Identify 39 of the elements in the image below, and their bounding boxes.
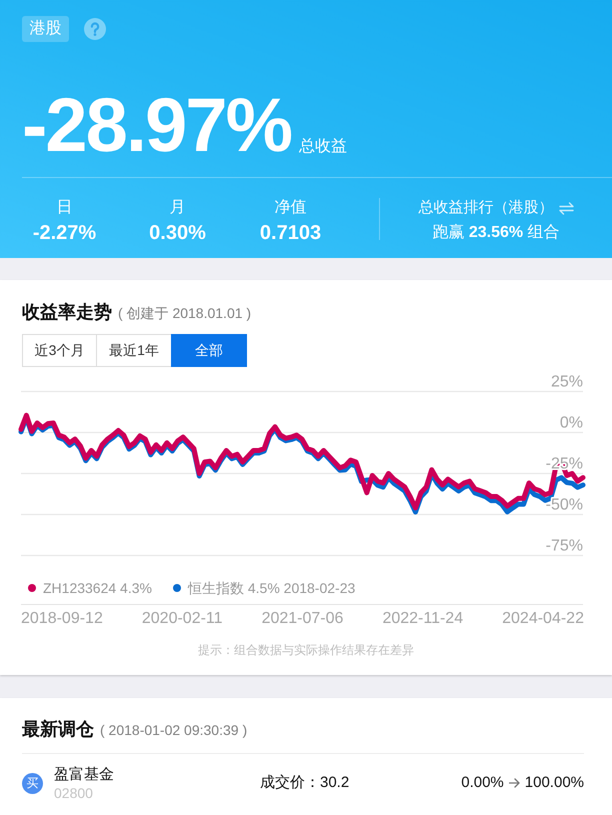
section-title: 最新调仓: [22, 718, 94, 741]
x-axis-label: 2024-04-22: [502, 609, 584, 629]
stat-value: 0.30%: [148, 221, 207, 246]
y-axis-label: 0%: [560, 414, 583, 432]
stat-label: 净值: [274, 198, 308, 218]
stat-value: -2.27%: [32, 221, 98, 246]
stat-value: 0.7103: [258, 221, 322, 246]
ranking-text: 跑赢 23.56% 组合: [432, 222, 560, 243]
y-axis-label: 25%: [550, 374, 583, 390]
disclaimer-text: 提示：组合数据与实际操作结果存在差异: [198, 642, 414, 659]
section-title: 收益率走势: [22, 301, 112, 324]
total-return-label: 总收益: [299, 137, 348, 157]
y-axis-label: -50%: [546, 496, 583, 514]
weight-before: 0.00%: [461, 772, 504, 793]
action-badge: 买: [22, 772, 43, 794]
range-tab[interactable]: 最近1年: [96, 334, 172, 367]
stat-label: 月: [168, 198, 186, 218]
fund-name: 盈富基金: [54, 765, 114, 785]
market-tag: 港股: [22, 16, 69, 42]
help-icon[interactable]: [84, 18, 106, 40]
x-axis-label: 2022-11-24: [382, 609, 464, 629]
y-axis-label: -75%: [546, 538, 583, 554]
swap-icon[interactable]: [558, 202, 574, 214]
total-return-value: -28.97%: [22, 88, 292, 164]
x-axis-label: 2021-07-06: [262, 609, 344, 629]
ranking-title: 总收益排行（港股）: [418, 198, 554, 218]
fund-code: 02800: [54, 785, 93, 801]
stat-label: 日: [56, 198, 74, 218]
range-tab[interactable]: 全部: [171, 334, 247, 367]
legend-label: ZH1233624 4.3%: [43, 579, 152, 598]
x-axis-label: 2018-09-12: [21, 609, 103, 629]
weight-after: 100.00%: [524, 772, 584, 793]
x-axis-label: 2020-02-11: [142, 609, 223, 629]
range-tab[interactable]: 近3个月: [22, 334, 97, 367]
section-subtitle: ( 2018-01-02 09:30:39 ): [100, 721, 248, 740]
arrow-icon: [508, 778, 520, 788]
legend-label: 恒生指数 4.5% 2018-02-23: [188, 579, 356, 598]
section-subtitle: ( 创建于 2018.01.01 ): [118, 304, 252, 323]
trade-price: 成交价：30.2: [260, 772, 350, 793]
